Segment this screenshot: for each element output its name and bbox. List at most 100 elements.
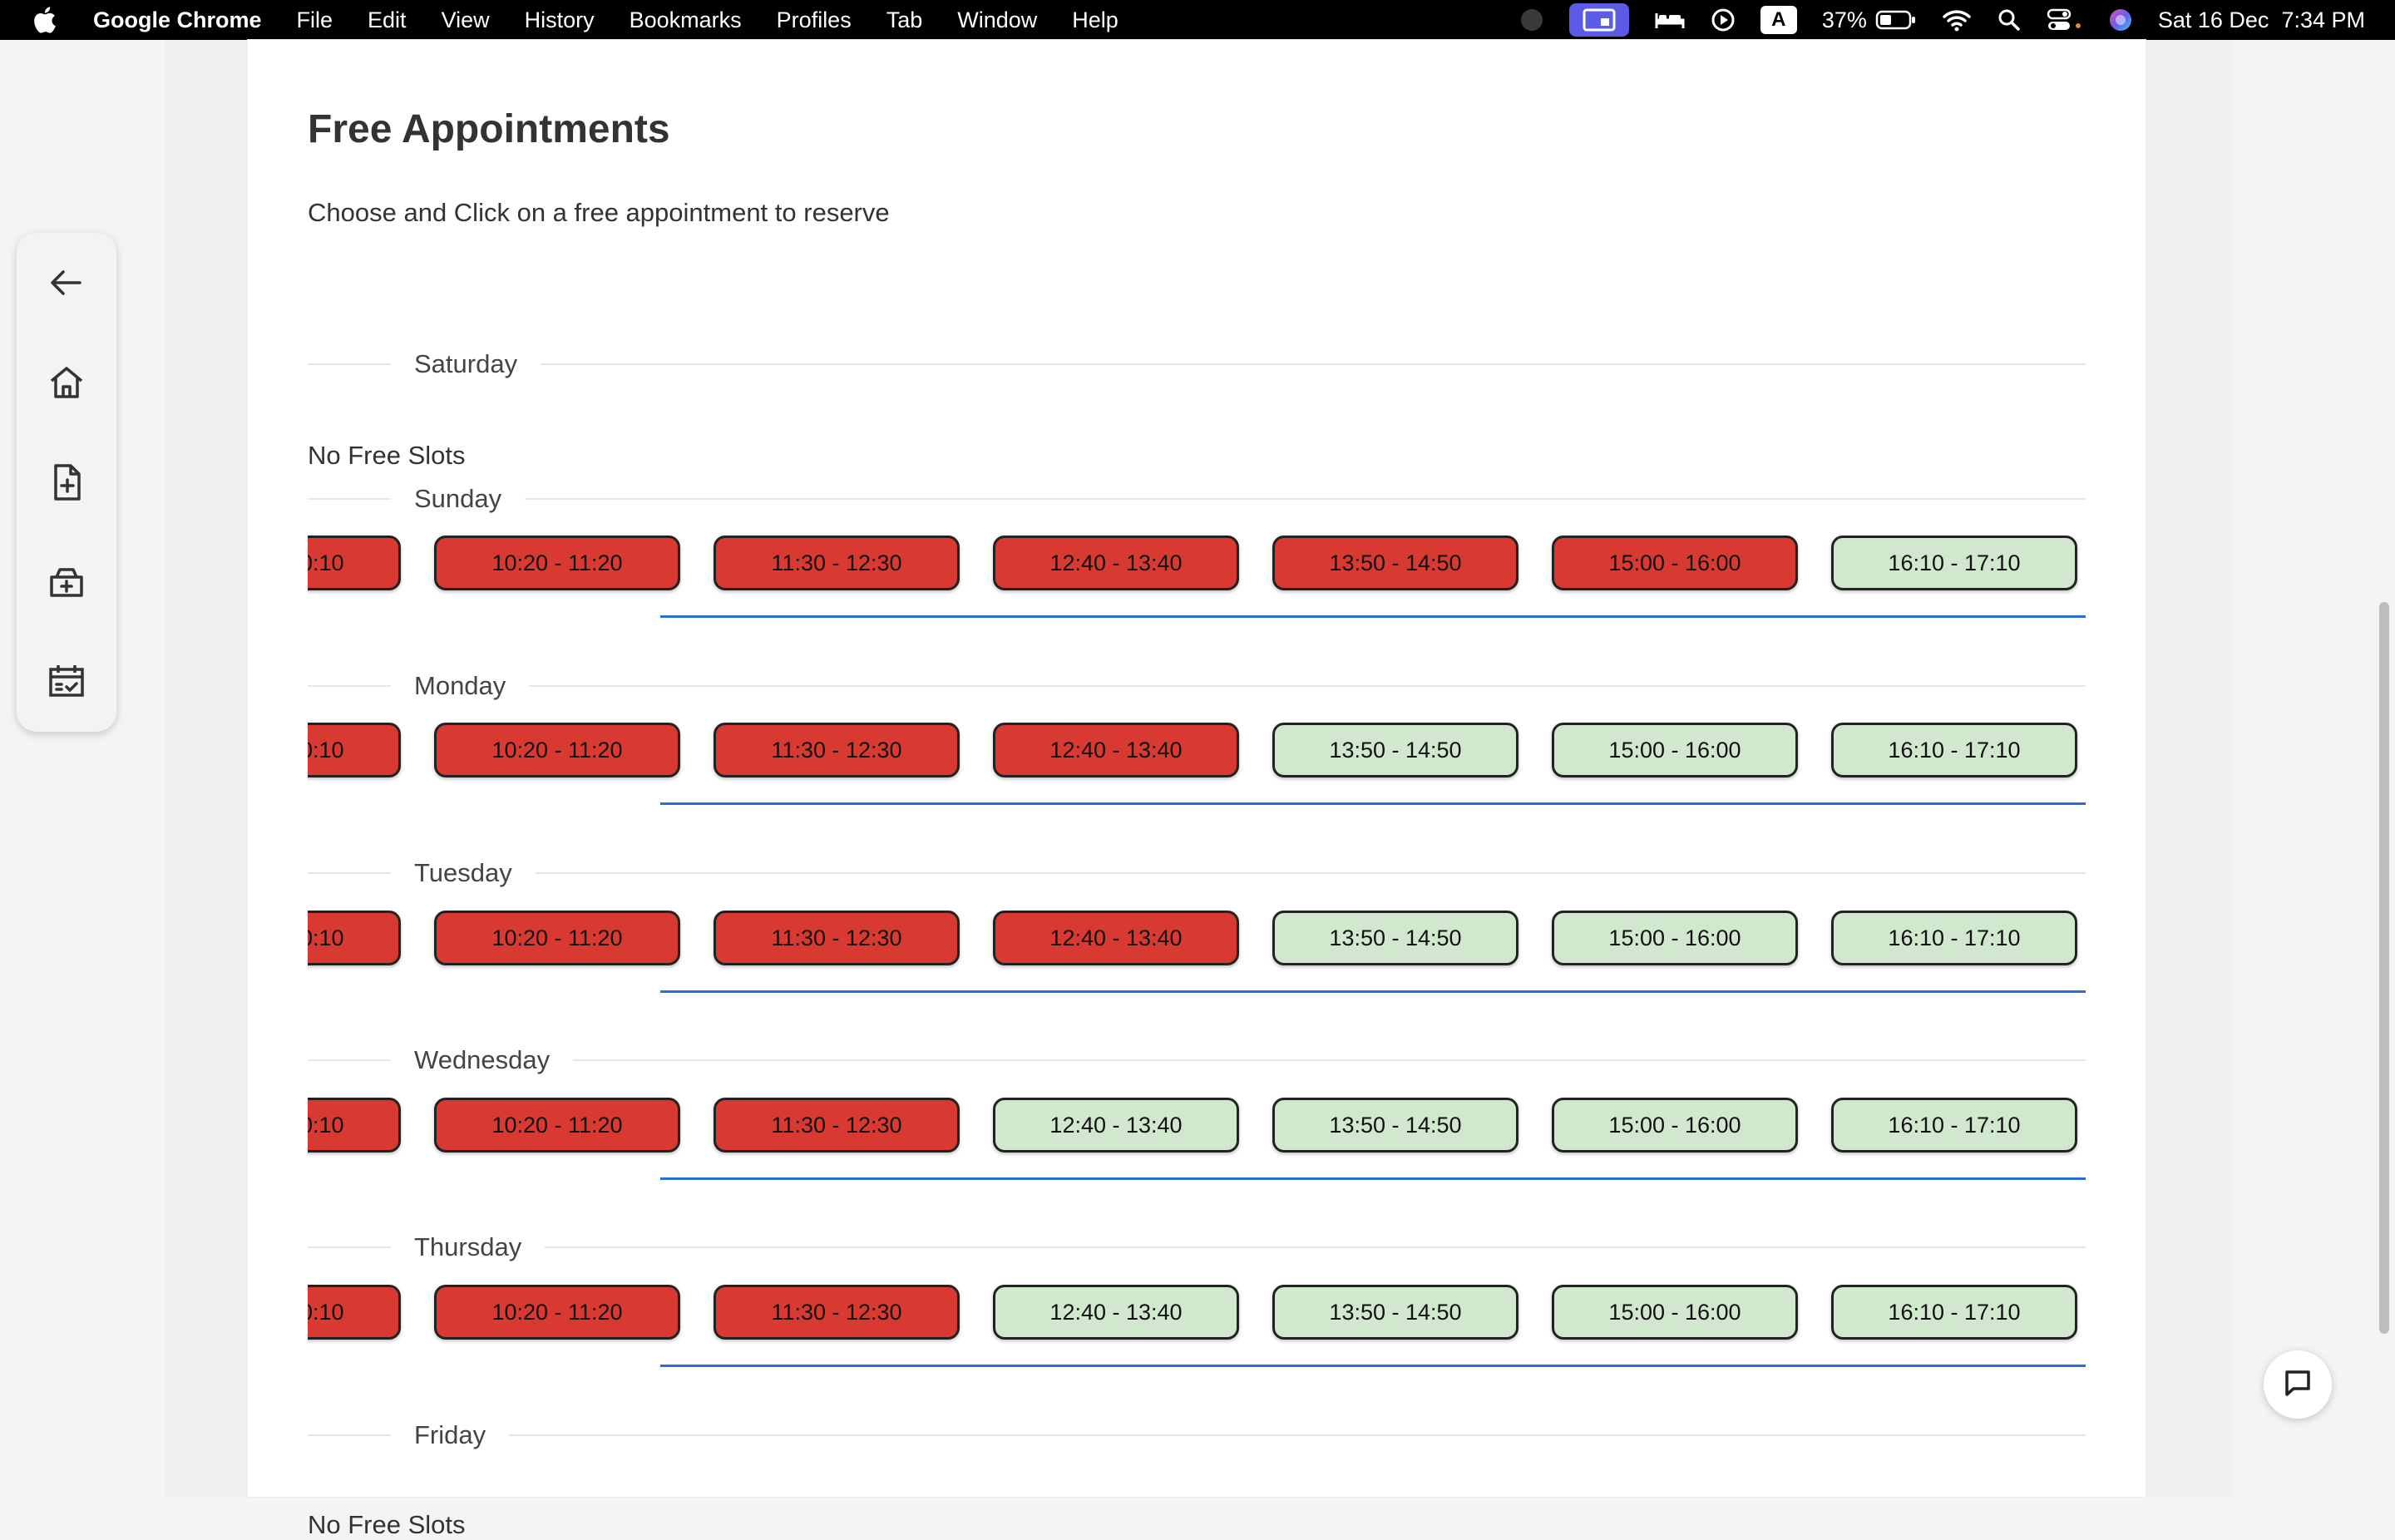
slot-row-tuesday[interactable]: 09:10 - 10:10 10:20 - 11:20 11:30 - 12:30 1… [308,911,2086,994]
menu-window[interactable]: Window [957,7,1037,33]
scroll-indicator[interactable] [660,1177,2086,1180]
add-medical-case-icon[interactable] [42,557,91,607]
day-name: Saturday [414,349,518,378]
no-slots-friday: No Free Slots [308,1510,466,1539]
booked-slot-button[interactable]: 10:20 - 11:20 [434,723,680,777]
new-document-icon[interactable] [42,457,91,507]
free-slot-button[interactable]: 15:00 - 16:00 [1552,1098,1798,1153]
menu-help[interactable]: Help [1072,7,1118,33]
appointments-card: Free Appointments Choose and Click on a … [248,40,2146,1539]
divider [525,498,2086,500]
day-name: Friday [414,1420,486,1449]
booked-slot-button[interactable]: 09:10 - 10:10 [308,1098,401,1153]
menu-tab[interactable]: Tab [886,7,923,33]
scroll-indicator[interactable] [660,990,2086,993]
booked-slot-button[interactable]: 12:40 - 13:40 [993,723,1239,777]
menu-bookmarks[interactable]: Bookmarks [630,7,742,33]
menu-history[interactable]: History [525,7,595,33]
booked-slot-button[interactable]: 10:20 - 11:20 [434,1285,680,1340]
menu-clock[interactable]: Sat 16 Dec 7:34 PM [2158,7,2365,33]
slot-row-wednesday[interactable]: 09:10 - 10:10 10:20 - 11:20 11:30 - 12:30 1… [308,1098,2086,1181]
battery-icon[interactable] [1875,9,1917,31]
page-title: Free Appointments [308,107,670,151]
slot-row-monday[interactable]: 09:10 - 10:10 10:20 - 11:20 11:30 - 12:30 1… [308,723,2086,806]
control-center-icon[interactable] [2047,7,2083,32]
slot-track: 09:10 - 10:10 10:20 - 11:20 11:30 - 12:30 1… [308,911,2086,965]
battery-percent: 37% [1821,7,1867,32]
scrollbar-thumb[interactable] [2379,602,2389,1334]
booked-slot-button[interactable]: 11:30 - 12:30 [714,723,960,777]
page-scrollbar[interactable] [2375,40,2395,1497]
status-area: A 37% Sat 16 Dec 7:34 PM [1494,0,2365,40]
divider [308,1059,391,1061]
wifi-icon[interactable] [1942,8,1972,32]
booked-slot-button[interactable]: 15:00 - 16:00 [1552,536,1798,590]
siri-icon[interactable] [2108,7,2133,32]
bed-icon[interactable] [1654,8,1686,32]
divider [308,872,391,874]
menu-file[interactable]: File [297,7,333,33]
menu-edit[interactable]: Edit [368,7,407,33]
free-slot-button[interactable]: 12:40 - 13:40 [993,1285,1239,1340]
chat-button[interactable] [2264,1350,2332,1419]
free-slot-button[interactable]: 15:00 - 16:00 [1552,911,1798,965]
scroll-indicator[interactable] [660,615,2086,618]
slot-row-sunday[interactable]: 09:10 - 10:10 10:20 - 11:20 11:30 - 12:30 1… [308,536,2086,619]
menu-view[interactable]: View [442,7,490,33]
booked-slot-button[interactable]: 10:20 - 11:20 [434,911,680,965]
booked-slot-button[interactable]: 11:30 - 12:30 [714,911,960,965]
keyboard-input-badge[interactable]: A [1760,6,1797,34]
free-slot-button[interactable]: 15:00 - 16:00 [1552,1285,1798,1340]
free-slot-button[interactable]: 15:00 - 16:00 [1552,723,1798,777]
booked-slot-button[interactable]: 10:20 - 11:20 [434,536,680,590]
booked-slot-button[interactable]: 11:30 - 12:30 [714,1285,960,1340]
back-arrow-icon[interactable] [42,258,91,308]
free-slot-button[interactable]: 16:10 - 17:10 [1831,911,2077,965]
apple-logo-icon[interactable] [32,3,60,37]
divider [529,685,2086,687]
day-header-monday: Monday [308,669,2086,703]
slot-track: 09:10 - 10:10 10:20 - 11:20 11:30 - 12:30 1… [308,723,2086,777]
booked-slot-button[interactable]: 09:10 - 10:10 [308,1285,401,1340]
divider [573,1059,2086,1061]
screen-share-icon[interactable] [1568,3,1629,37]
booked-slot-button[interactable]: 12:40 - 13:40 [993,536,1239,590]
booked-slot-button[interactable]: 11:30 - 12:30 [714,1098,960,1153]
divider [308,685,391,687]
slot-row-thursday[interactable]: 09:10 - 10:10 10:20 - 11:20 11:30 - 12:30 1… [308,1285,2086,1368]
day-header-thursday: Thursday [308,1231,2086,1264]
free-slot-button[interactable]: 13:50 - 14:50 [1272,911,1518,965]
divider [545,1246,2086,1248]
recording-dot-icon[interactable] [1519,7,1544,32]
free-slot-button[interactable]: 16:10 - 17:10 [1831,1098,2077,1153]
free-slot-button[interactable]: 13:50 - 14:50 [1272,1098,1518,1153]
free-slot-button[interactable]: 13:50 - 14:50 [1272,723,1518,777]
spotlight-search-icon[interactable] [1997,7,2022,32]
home-icon[interactable] [42,358,91,407]
menu-profiles[interactable]: Profiles [777,7,852,33]
booked-slot-button[interactable]: 11:30 - 12:30 [714,536,960,590]
menu-app-name[interactable]: Google Chrome [93,7,262,33]
booked-slot-button[interactable]: 09:10 - 10:10 [308,723,401,777]
free-slot-button[interactable]: 12:40 - 13:40 [993,1098,1239,1153]
scroll-indicator[interactable] [660,802,2086,805]
booked-slot-button[interactable]: 09:10 - 10:10 [308,536,401,590]
day-name: Tuesday [414,858,512,887]
free-slot-button[interactable]: 16:10 - 17:10 [1831,723,2077,777]
page-subtitle: Choose and Click on a free appointment t… [308,198,890,227]
divider [535,872,2086,874]
day-name: Sunday [414,484,502,513]
free-slot-button[interactable]: 13:50 - 14:50 [1272,1285,1518,1340]
macos-menu-bar: Google Chrome File Edit View History Boo… [0,0,2395,40]
scroll-indicator[interactable] [660,1365,2086,1367]
booked-slot-button[interactable]: 09:10 - 10:10 [308,911,401,965]
booked-slot-button[interactable]: 13:50 - 14:50 [1272,536,1518,590]
booked-slot-button[interactable]: 12:40 - 13:40 [993,911,1239,965]
slot-track: 09:10 - 10:10 10:20 - 11:20 11:30 - 12:30 1… [308,1285,2086,1340]
divider [509,1434,2086,1436]
play-circle-icon[interactable] [1711,7,1736,32]
free-slot-button[interactable]: 16:10 - 17:10 [1831,536,2077,590]
booked-slot-button[interactable]: 10:20 - 11:20 [434,1098,680,1153]
free-slot-button[interactable]: 16:10 - 17:10 [1831,1285,2077,1340]
calendar-check-icon[interactable] [42,657,91,707]
